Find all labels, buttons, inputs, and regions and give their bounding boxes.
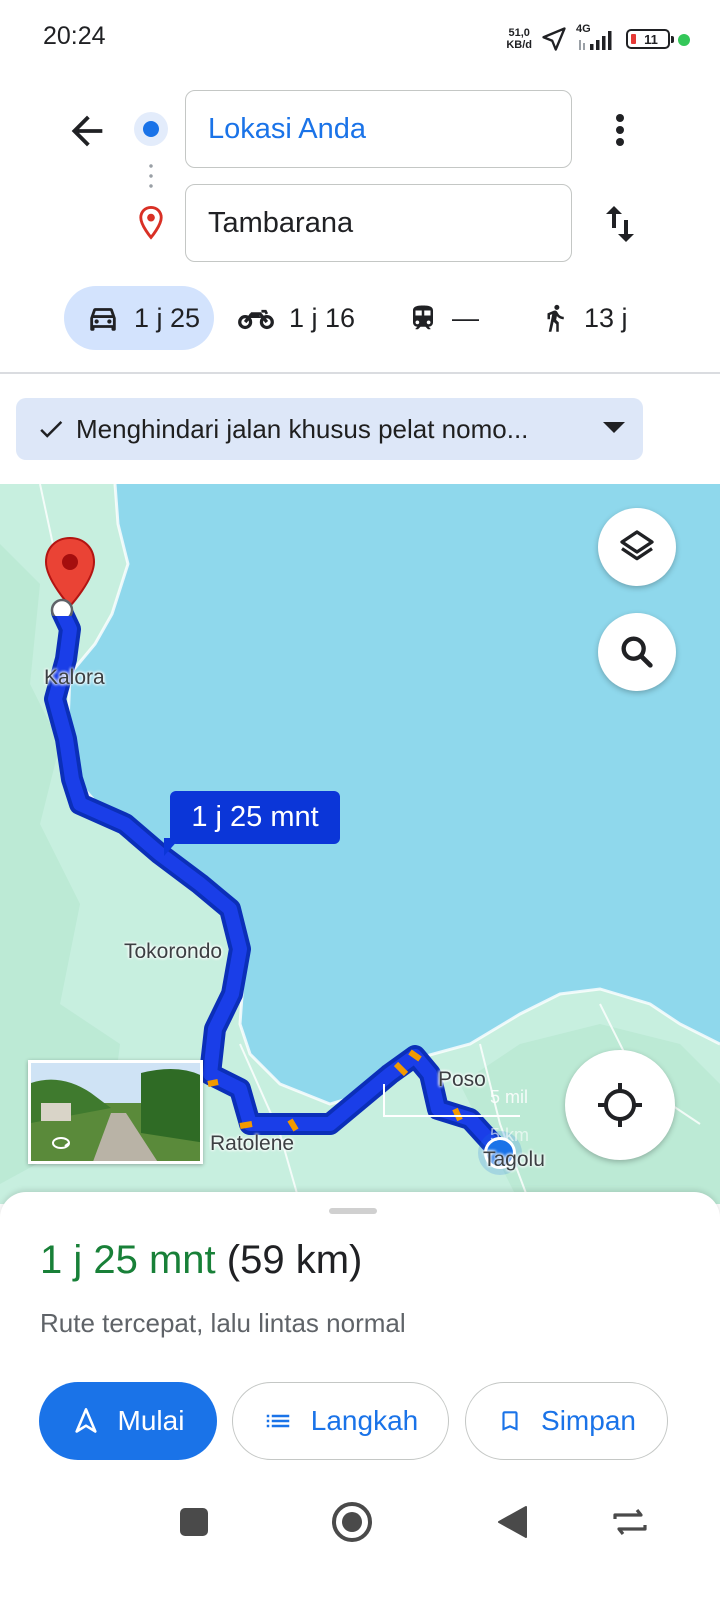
route-description: Rute tercepat, lalu lintas normal bbox=[40, 1308, 406, 1338]
bookmark-icon bbox=[502, 1411, 518, 1431]
crosshair-icon bbox=[598, 1083, 642, 1127]
car-icon bbox=[90, 308, 116, 331]
map-search-button[interactable] bbox=[598, 613, 676, 691]
status-time: 20:24 bbox=[43, 22, 106, 50]
system-nav-bar bbox=[0, 1480, 720, 1600]
back-nav-button[interactable] bbox=[482, 1500, 542, 1544]
destination-marker-icon bbox=[44, 536, 96, 616]
location-arrow-icon bbox=[542, 27, 566, 51]
home-button[interactable] bbox=[322, 1500, 382, 1544]
list-icon bbox=[266, 1414, 290, 1428]
motorcycle-icon bbox=[238, 309, 274, 330]
scale-label-km: 5 km bbox=[490, 1125, 530, 1145]
triangle-back-icon bbox=[498, 1506, 527, 1538]
navigation-arrow-icon bbox=[74, 1408, 97, 1433]
route-options-label: Menghindari jalan khusus pelat nomo... bbox=[76, 413, 529, 444]
divider bbox=[0, 372, 720, 374]
traffic-segment bbox=[239, 1121, 253, 1129]
arrow-back-icon bbox=[71, 115, 103, 147]
rotate-button[interactable] bbox=[600, 1500, 660, 1544]
status-icons: 51,0 KB/d 4G 11 bbox=[506, 22, 674, 56]
mode-car[interactable]: 1 j 25 bbox=[64, 286, 214, 350]
battery-icon: 11 bbox=[626, 29, 674, 49]
more-options-button[interactable] bbox=[600, 108, 640, 152]
rotate-icon bbox=[613, 1509, 647, 1535]
place-label-ratolene[interactable]: Ratolene bbox=[210, 1132, 294, 1156]
place-label-kalora[interactable]: Kalora bbox=[44, 666, 105, 690]
start-label: Mulai bbox=[117, 1405, 185, 1436]
my-location-button[interactable] bbox=[565, 1050, 675, 1160]
destination-pin-icon bbox=[139, 205, 163, 240]
destination-field[interactable]: Tambarana bbox=[185, 184, 572, 262]
layers-icon bbox=[620, 530, 654, 561]
mode-transit-time: — bbox=[452, 302, 479, 333]
train-icon bbox=[413, 305, 433, 330]
route-duration-bubble[interactable]: 1 j 25 mnt bbox=[164, 791, 340, 856]
start-button[interactable]: Mulai bbox=[39, 1382, 217, 1460]
signal-icon: 4G bbox=[576, 23, 618, 52]
place-label-poso[interactable]: Poso bbox=[438, 1068, 486, 1092]
mode-motorcycle-time: 1 j 16 bbox=[289, 302, 356, 333]
swap-vert-icon bbox=[606, 206, 634, 242]
recents-button[interactable] bbox=[164, 1500, 224, 1544]
mode-walk[interactable]: 13 j bbox=[540, 286, 660, 350]
map-view[interactable]: Kalora Tokorondo Ratolene Poso Tagolu 5 … bbox=[0, 484, 720, 1204]
square-icon bbox=[180, 1508, 208, 1536]
status-bar: 20:24 51,0 KB/d 4G 11 bbox=[0, 0, 720, 78]
origin-marker-icon bbox=[134, 112, 168, 146]
traffic-segment bbox=[207, 1079, 219, 1087]
steps-label: Langkah bbox=[310, 1405, 419, 1436]
place-label-tagolu[interactable]: Tagolu bbox=[483, 1148, 545, 1172]
mode-transit[interactable]: — bbox=[408, 286, 498, 350]
privacy-indicator bbox=[678, 34, 690, 46]
mode-walk-time: 13 j bbox=[584, 302, 628, 333]
mode-car-time: 1 j 25 bbox=[134, 302, 201, 333]
place-label-tokorondo[interactable]: Tokorondo bbox=[124, 940, 222, 964]
save-button[interactable]: Simpan bbox=[465, 1382, 668, 1460]
route-summary: 1 j 25 mnt (59 km) bbox=[40, 1238, 362, 1283]
street-view-thumbnail[interactable] bbox=[28, 1060, 203, 1164]
walk-icon bbox=[547, 304, 564, 332]
route-connector bbox=[149, 161, 153, 191]
home-circle-icon bbox=[332, 1502, 372, 1542]
street-view-image bbox=[31, 1063, 200, 1161]
travel-mode-bar: 1 j 25 1 j 16 — 13 j bbox=[0, 254, 720, 384]
scale-label: 5 mil bbox=[490, 1087, 529, 1107]
mode-motorcycle[interactable]: 1 j 16 bbox=[203, 254, 385, 384]
dropdown-arrow-icon bbox=[603, 422, 625, 433]
route-duration: 1 j 25 mnt bbox=[40, 1238, 216, 1282]
more-vert-icon bbox=[616, 114, 624, 146]
route-distance: (59 km) bbox=[226, 1238, 363, 1282]
back-button[interactable] bbox=[64, 108, 110, 154]
network-speed: 51,0 KB/d bbox=[506, 27, 532, 51]
origin-field[interactable]: Lokasi Anda bbox=[185, 90, 572, 168]
save-label: Simpan bbox=[541, 1405, 636, 1436]
steps-button[interactable]: Langkah bbox=[232, 1382, 449, 1460]
layers-button[interactable] bbox=[598, 508, 676, 586]
route-options-chip[interactable]: Menghindari jalan khusus pelat nomo... bbox=[16, 398, 643, 460]
search-icon bbox=[621, 636, 653, 668]
swap-button[interactable] bbox=[596, 200, 644, 248]
sheet-drag-handle[interactable] bbox=[329, 1208, 377, 1214]
check-icon bbox=[40, 420, 63, 438]
